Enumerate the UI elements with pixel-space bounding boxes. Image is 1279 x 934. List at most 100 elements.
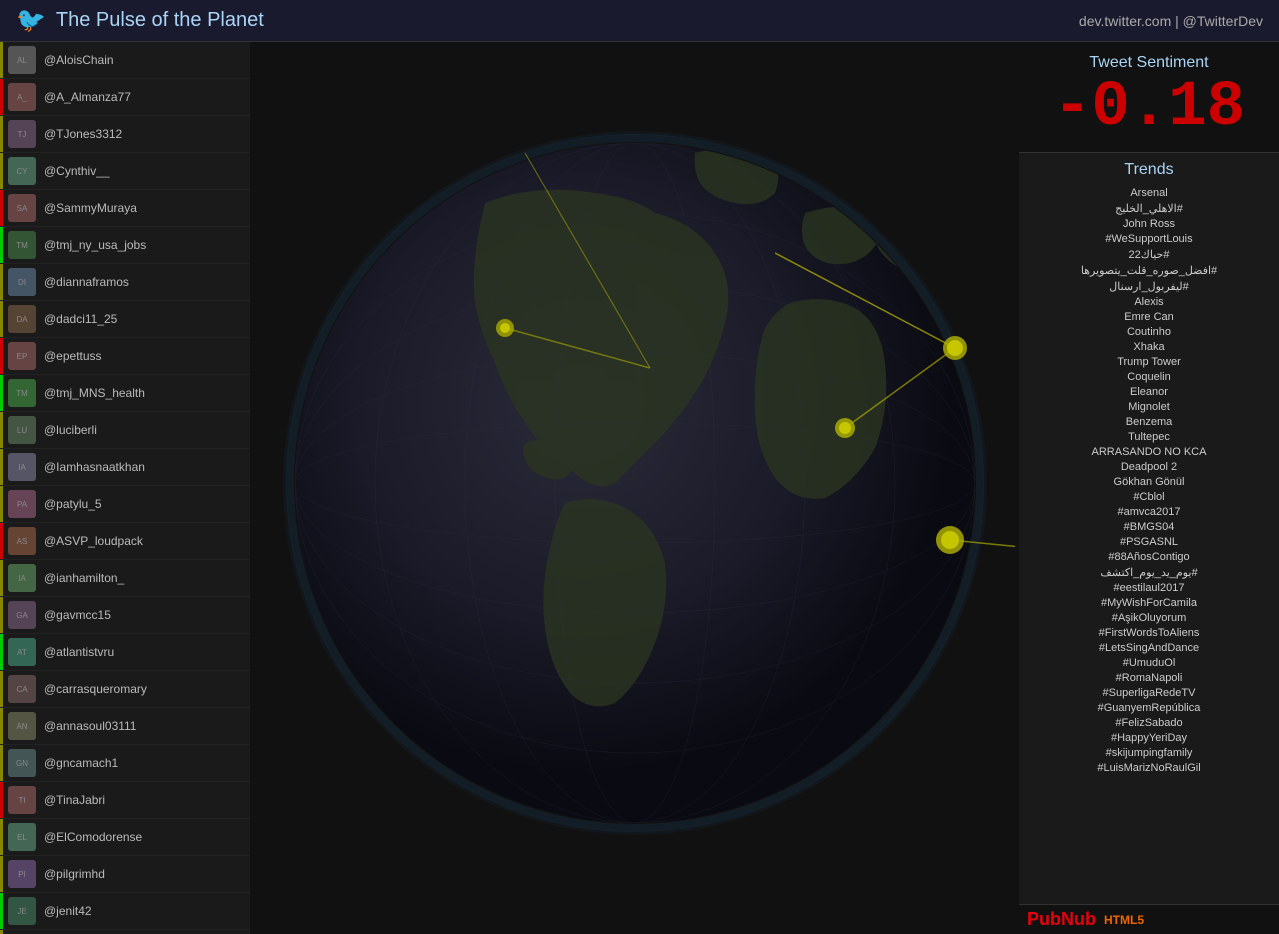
trend-item[interactable]: Coutinho — [1027, 324, 1271, 339]
user-list-item[interactable]: TJ@TJones3312 — [0, 116, 250, 153]
user-list-item[interactable]: CY@Cynthiv__ — [0, 153, 250, 190]
trend-item[interactable]: #LuisMarizNoRaulGil — [1027, 760, 1271, 775]
user-handle: @jenit42 — [44, 904, 92, 918]
trend-item[interactable]: Eleanor — [1027, 384, 1271, 399]
trend-item[interactable]: Emre Can — [1027, 309, 1271, 324]
trend-item[interactable]: ARRASANDO NO KCA — [1027, 444, 1271, 459]
user-list-item[interactable]: IA@Iamhasnaatkhan — [0, 449, 250, 486]
user-list-item[interactable]: DA@dadci11_25 — [0, 301, 250, 338]
avatar: A_ — [8, 83, 36, 111]
trend-item[interactable]: Gökhan Gönül — [1027, 474, 1271, 489]
sentiment-indicator — [0, 819, 3, 855]
trend-item[interactable]: #FelizSabado — [1027, 715, 1271, 730]
trend-item[interactable]: #FirstWordsToAliens — [1027, 625, 1271, 640]
sentiment-indicator — [0, 634, 3, 670]
trend-item[interactable]: حياك22# — [1027, 246, 1271, 262]
trend-item[interactable]: Mignolet — [1027, 399, 1271, 414]
trend-item[interactable]: Benzema — [1027, 414, 1271, 429]
sentiment-indicator — [0, 597, 3, 633]
trend-item[interactable]: Deadpool 2 — [1027, 459, 1271, 474]
sentiment-section: Tweet Sentiment -0.18 — [1019, 42, 1279, 153]
user-handle: @TinaJabri — [44, 793, 105, 807]
trend-item[interactable]: #BMGS04 — [1027, 519, 1271, 534]
trend-item[interactable]: #skijumpingfamily — [1027, 745, 1271, 760]
trend-item[interactable]: #88AñosContigo — [1027, 549, 1271, 564]
user-list-item[interactable]: AN@annasoul03111 — [0, 708, 250, 745]
user-list-item[interactable]: EL@ElComodorense — [0, 819, 250, 856]
user-list-item[interactable]: DI@diannaframos — [0, 264, 250, 301]
user-list-item[interactable]: AL@AloisChain — [0, 42, 250, 79]
trend-item[interactable]: #LetsSingAndDance — [1027, 640, 1271, 655]
user-list-item[interactable]: GA@gavmcc15 — [0, 597, 250, 634]
trend-item[interactable]: #HappyYeriDay — [1027, 730, 1271, 745]
user-list-item[interactable]: AT@atlantistvru — [0, 634, 250, 671]
app-title: The Pulse of the Planet — [56, 9, 264, 32]
sentiment-indicator — [0, 560, 3, 596]
header-site-link[interactable]: dev.twitter.com | @TwitterDev — [1079, 13, 1263, 29]
sentiment-indicator — [0, 338, 3, 374]
avatar: PI — [8, 860, 36, 888]
trend-item[interactable]: #WeSupportLouis — [1027, 231, 1271, 246]
user-handle: @Cynthiv__ — [44, 164, 110, 178]
avatar: TM — [8, 379, 36, 407]
user-list-item[interactable]: IA @ianhamilton_ — [0, 560, 250, 597]
trend-item[interactable]: Arsenal — [1027, 185, 1271, 200]
sentiment-indicator — [0, 745, 3, 781]
globe-visualization — [250, 42, 1019, 934]
user-handle: @diannaframos — [44, 275, 129, 289]
user-list-item[interactable]: EP@epettuss — [0, 338, 250, 375]
user-handle: @luciberli — [44, 423, 97, 437]
trend-item[interactable]: #PSGASNL — [1027, 534, 1271, 549]
avatar: EL — [8, 823, 36, 851]
user-list-item[interactable]: RO@RosiiEspinoza — [0, 930, 250, 934]
trend-item[interactable]: #RomaNapoli — [1027, 670, 1271, 685]
avatar: LU — [8, 416, 36, 444]
user-handle: @patylu_5 — [44, 497, 102, 511]
sentiment-title: Tweet Sentiment — [1031, 54, 1267, 72]
trend-item[interactable]: #UmuduOl — [1027, 655, 1271, 670]
globe-svg — [255, 53, 1015, 923]
user-list-item[interactable]: SA@SammyMuraya — [0, 190, 250, 227]
sentiment-indicator — [0, 190, 3, 226]
sentiment-indicator — [0, 671, 3, 707]
user-list-item[interactable]: TM@tmj_ny_usa_jobs — [0, 227, 250, 264]
user-list-item[interactable]: AS@ASVP_loudpack — [0, 523, 250, 560]
trend-item[interactable]: Alexis — [1027, 294, 1271, 309]
trend-item[interactable]: الاهلي_الخليج# — [1027, 200, 1271, 216]
user-handle: @ianhamilton_ — [44, 571, 124, 585]
trend-item[interactable]: Coquelin — [1027, 369, 1271, 384]
trend-item[interactable]: افضل_صوره_قلت_يتصويرها# — [1027, 262, 1271, 278]
user-list-item[interactable]: JE@jenit42 — [0, 893, 250, 930]
trend-item[interactable]: John Ross — [1027, 216, 1271, 231]
user-list-item[interactable]: LU @luciberli — [0, 412, 250, 449]
user-handle: @ASVP_loudpack — [44, 534, 143, 548]
trend-item[interactable]: #MyWishForCamila — [1027, 595, 1271, 610]
trend-item[interactable]: #AşikOluyorum — [1027, 610, 1271, 625]
avatar: TJ — [8, 120, 36, 148]
trends-list: Arsenalالاهلي_الخليج#John Ross#WeSupport… — [1027, 185, 1271, 775]
trend-item[interactable]: Tultepec — [1027, 429, 1271, 444]
user-list-item[interactable]: TM@tmj_MNS_health — [0, 375, 250, 412]
user-list-item[interactable]: PA@patylu_5 — [0, 486, 250, 523]
trend-item[interactable]: #eestilaul2017 — [1027, 580, 1271, 595]
user-handle: @SammyMuraya — [44, 201, 137, 215]
sentiment-indicator — [0, 449, 3, 485]
avatar: AT — [8, 638, 36, 666]
sentiment-indicator — [0, 375, 3, 411]
trend-item[interactable]: #amvca2017 — [1027, 504, 1271, 519]
trend-item[interactable]: #SuperligaRedeTV — [1027, 685, 1271, 700]
trend-item[interactable]: Xhaka — [1027, 339, 1271, 354]
user-list-item[interactable]: GN@gncamach1 — [0, 745, 250, 782]
trend-item[interactable]: ليفربول_ارسنال# — [1027, 278, 1271, 294]
trend-item[interactable]: يوم_يد_يوم_اكتشف# — [1027, 564, 1271, 580]
user-list-item[interactable]: CA@carrasqueromary — [0, 671, 250, 708]
user-list-item[interactable]: PI@pilgrimhd — [0, 856, 250, 893]
avatar: CA — [8, 675, 36, 703]
avatar: IA — [8, 564, 36, 592]
pubnub-logo: PubNub — [1027, 909, 1096, 930]
trend-item[interactable]: #Cblol — [1027, 489, 1271, 504]
user-list-item[interactable]: TI@TinaJabri — [0, 782, 250, 819]
trend-item[interactable]: #GuanyemRepública — [1027, 700, 1271, 715]
trend-item[interactable]: Trump Tower — [1027, 354, 1271, 369]
user-list-item[interactable]: A_@A_Almanza77 — [0, 79, 250, 116]
